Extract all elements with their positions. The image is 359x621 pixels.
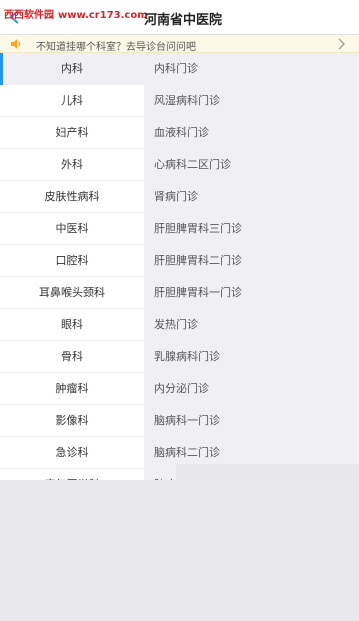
clinic-item[interactable]: 肝胆脾胃科二门诊 [144, 245, 359, 277]
department-item[interactable]: 耳鼻喉头颈科 [0, 277, 144, 309]
department-item[interactable]: 妇产科 [0, 117, 144, 149]
watermark: 西西软件园 www.cr173.com [4, 6, 148, 21]
clinic-item[interactable]: 肾病门诊 [144, 181, 359, 213]
clinic-item[interactable]: 内科门诊 [144, 53, 359, 85]
watermark-site-name: 西西软件园 [4, 10, 54, 21]
department-item[interactable]: 中医科 [0, 213, 144, 245]
page-title: 河南省中医院 [144, 13, 223, 28]
clinic-item[interactable]: 发热门诊 [144, 309, 359, 341]
clinic-item[interactable]: 内分泌门诊 [144, 373, 359, 405]
department-item[interactable]: 外科 [0, 149, 144, 181]
department-item[interactable]: 肿瘤科 [0, 373, 144, 405]
department-list: 内科 儿科 妇产科 外科 皮肤性病科 中医科 口腔科 耳鼻喉头颈科 眼科 骨科 … [0, 53, 144, 480]
department-item[interactable]: 骨科 [0, 341, 144, 373]
department-item[interactable]: 皮肤性病科 [0, 181, 144, 213]
top-bar: 西西软件园 www.cr173.com 河南省中医院 [0, 0, 359, 35]
clinic-item[interactable]: 乳腺病科门诊 [144, 341, 359, 373]
chevron-right-icon [338, 38, 345, 50]
guide-notice-text: 不知道挂哪个科室？去导诊台问问吧 [36, 42, 196, 53]
department-item[interactable]: 影像科 [0, 405, 144, 437]
department-item[interactable]: 口腔科 [0, 245, 144, 277]
clinic-item[interactable]: 风湿病科门诊 [144, 85, 359, 117]
clinic-item[interactable]: 肝胆脾胃科三门诊 [144, 213, 359, 245]
department-item[interactable]: 眼科 [0, 309, 144, 341]
clinic-list-overlay [176, 464, 359, 480]
department-item[interactable]: 儿科 [0, 85, 144, 117]
speaker-icon [11, 39, 21, 49]
clinic-list: 内科门诊 风湿病科门诊 血液科门诊 心病科二区门诊 肾病门诊 肝胆脾胃科三门诊 … [144, 53, 359, 480]
clinic-item[interactable]: 脑病科一门诊 [144, 405, 359, 437]
watermark-url: www.cr173.com [58, 10, 148, 21]
clinic-item[interactable]: 血液科门诊 [144, 117, 359, 149]
clinic-item[interactable]: 心病科二区门诊 [144, 149, 359, 181]
department-item[interactable]: 急诊科 [0, 437, 144, 469]
clinic-item[interactable]: 肝胆脾胃科一门诊 [144, 277, 359, 309]
empty-area [0, 480, 359, 621]
department-item[interactable]: 康复医学科 [0, 469, 144, 480]
department-item[interactable]: 内科 [0, 53, 144, 85]
guide-notice-bar[interactable]: 不知道挂哪个科室？去导诊台问问吧 [0, 35, 359, 53]
